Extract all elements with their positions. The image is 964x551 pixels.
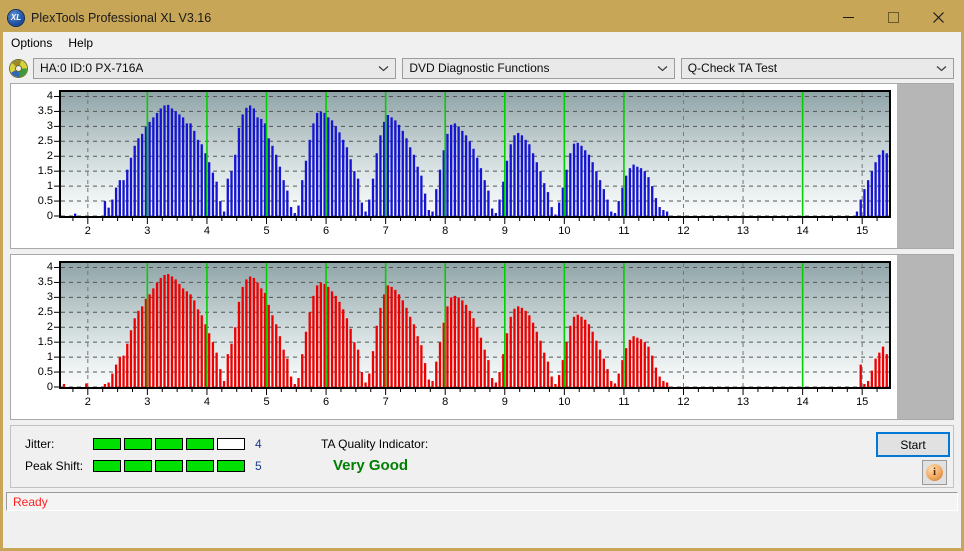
results-panel: Jitter: 4 Peak Shift: 5 TA Quality Indic… — [10, 425, 954, 488]
meter-block — [93, 460, 121, 472]
disc-drive-icon — [10, 59, 27, 77]
x-axis-tick-label: 6 — [323, 396, 330, 408]
charts-area: 0 0.5 1 1.5 2 2.5 3 3.5 4 2 3 4 5 6 7 8 9 10 11 12 13 14 15 00… — [3, 83, 961, 425]
peak-shift-row: Peak Shift: 5 — [25, 459, 262, 473]
ta-quality-label: TA Quality Indicator: — [321, 437, 429, 451]
window-title: PlexTools Professional XL V3.16 — [31, 10, 212, 25]
x-axis-tick-label: 14 — [796, 396, 809, 408]
y-axis-tick-label: 2.5 — [37, 135, 53, 148]
x-axis-tick-label: 12 — [677, 396, 690, 408]
x-axis-tick-label: 13 — [736, 225, 750, 237]
meter-block — [217, 460, 245, 472]
info-icon: i — [926, 464, 943, 481]
drive-select[interactable]: HA:0 ID:0 PX-716A — [33, 57, 397, 79]
minimize-button[interactable] — [826, 3, 871, 32]
x-axis-tick-label: 8 — [442, 225, 449, 237]
jitter-row: Jitter: 4 — [25, 437, 262, 451]
y-axis-tick-label: 3.5 — [37, 105, 53, 118]
menu-item-help[interactable]: Help — [68, 34, 101, 52]
status-bar: Ready — [6, 492, 958, 511]
meter-block — [186, 438, 214, 450]
chevron-down-icon — [936, 59, 947, 78]
meter-block — [124, 438, 152, 450]
x-axis-tick-label: 12 — [677, 225, 690, 237]
x-axis-tick-label: 14 — [796, 225, 809, 237]
x-axis-tick-label: 6 — [323, 225, 330, 237]
start-button[interactable]: Start — [876, 432, 950, 457]
title-bar: XL PlexTools Professional XL V3.16 — [3, 3, 961, 32]
drive-select-value: HA:0 ID:0 PX-716A — [40, 61, 144, 75]
x-axis-tick-label: 9 — [501, 225, 508, 237]
x-axis-tick-label: 13 — [736, 396, 750, 408]
meter-block — [93, 438, 121, 450]
x-axis-tick-label: 4 — [203, 225, 210, 237]
x-axis-tick-label: 5 — [263, 225, 270, 237]
x-axis-tick-label: 7 — [382, 396, 389, 408]
x-axis-tick-label: 2 — [84, 225, 91, 237]
x-axis-ticks — [72, 218, 878, 224]
chevron-down-icon — [657, 59, 668, 78]
function-select[interactable]: DVD Diagnostic Functions — [402, 57, 675, 79]
x-axis-tick-label: 9 — [501, 396, 508, 408]
x-axis-tick-label: 15 — [856, 225, 869, 237]
peak-shift-value: 5 — [255, 459, 262, 473]
plot-area — [59, 90, 891, 218]
peak-shift-chart-panel: 0 0.5 1 1.5 2 2.5 3 3.5 4 2 3 4 5 6 7 8 9 10 11 12 13 14 15 — [10, 254, 954, 420]
x-axis-tick-label: 7 — [382, 225, 389, 237]
y-axis-ticks — [54, 266, 59, 388]
function-select-value: DVD Diagnostic Functions — [409, 61, 550, 75]
y-axis-tick-label: 3.5 — [37, 276, 53, 289]
ta-quality-value: Very Good — [333, 457, 409, 474]
x-axis-tick-label: 8 — [442, 396, 449, 408]
test-select-value: Q-Check TA Test — [687, 61, 778, 75]
y-axis-ticks — [54, 95, 59, 217]
info-button[interactable]: i — [922, 460, 947, 485]
x-axis-ticks — [72, 389, 878, 395]
jitter-label: Jitter: — [25, 437, 55, 451]
plot-bars — [62, 263, 888, 387]
test-select[interactable]: Q-Check TA Test — [680, 57, 954, 79]
x-axis-tick-label: 11 — [618, 396, 630, 408]
jitter-value: 4 — [255, 437, 262, 451]
y-axis-tick-label: 0.5 — [37, 195, 53, 208]
y-axis-labels: 0 0.5 1 1.5 2 2.5 3 3.5 4 — [11, 261, 53, 393]
close-button[interactable] — [916, 3, 961, 32]
y-axis-tick-label: 1.5 — [37, 336, 53, 349]
plot-bars — [73, 92, 888, 216]
peak-shift-meter — [93, 460, 245, 472]
selector-toolbar: HA:0 ID:0 PX-716A DVD Diagnostic Functio… — [3, 53, 961, 83]
menu-bar: Options Help — [3, 32, 961, 53]
x-axis-tick-label: 3 — [144, 225, 151, 237]
meter-block — [124, 460, 152, 472]
window-controls — [826, 3, 961, 32]
y-axis-tick-label: 0.5 — [37, 366, 53, 379]
x-axis-tick-label: 10 — [558, 396, 571, 408]
maximize-button[interactable] — [871, 3, 916, 32]
application-window: XL PlexTools Professional XL V3.16 Optio… — [0, 0, 964, 551]
x-axis-tick-label: 11 — [618, 225, 630, 237]
menu-item-options[interactable]: Options — [11, 34, 60, 52]
jitter-meter — [93, 438, 245, 450]
x-axis-tick-label: 3 — [144, 396, 151, 408]
x-axis-tick-label: 4 — [203, 396, 210, 408]
status-text: Ready — [13, 494, 48, 509]
y-axis-tick-label: 2.5 — [37, 306, 53, 319]
meter-block — [186, 460, 214, 472]
app-logo-icon: XL — [8, 9, 24, 26]
chevron-down-icon — [378, 59, 389, 78]
meter-block — [155, 438, 183, 450]
x-axis-tick-label: 5 — [263, 396, 270, 408]
peak-shift-label: Peak Shift: — [25, 459, 84, 473]
plot-area — [59, 261, 891, 389]
meter-block — [155, 460, 183, 472]
y-axis-tick-label: 1.5 — [37, 165, 53, 178]
x-axis-tick-label: 2 — [84, 396, 91, 408]
meter-block — [217, 438, 245, 450]
jitter-chart-panel: 0 0.5 1 1.5 2 2.5 3 3.5 4 2 3 4 5 6 7 8 9 10 11 12 13 14 15 — [10, 83, 954, 249]
x-axis-tick-label: 10 — [558, 225, 571, 237]
y-axis-labels: 0 0.5 1 1.5 2 2.5 3 3.5 4 — [11, 90, 53, 222]
x-axis-tick-label: 15 — [856, 396, 869, 408]
